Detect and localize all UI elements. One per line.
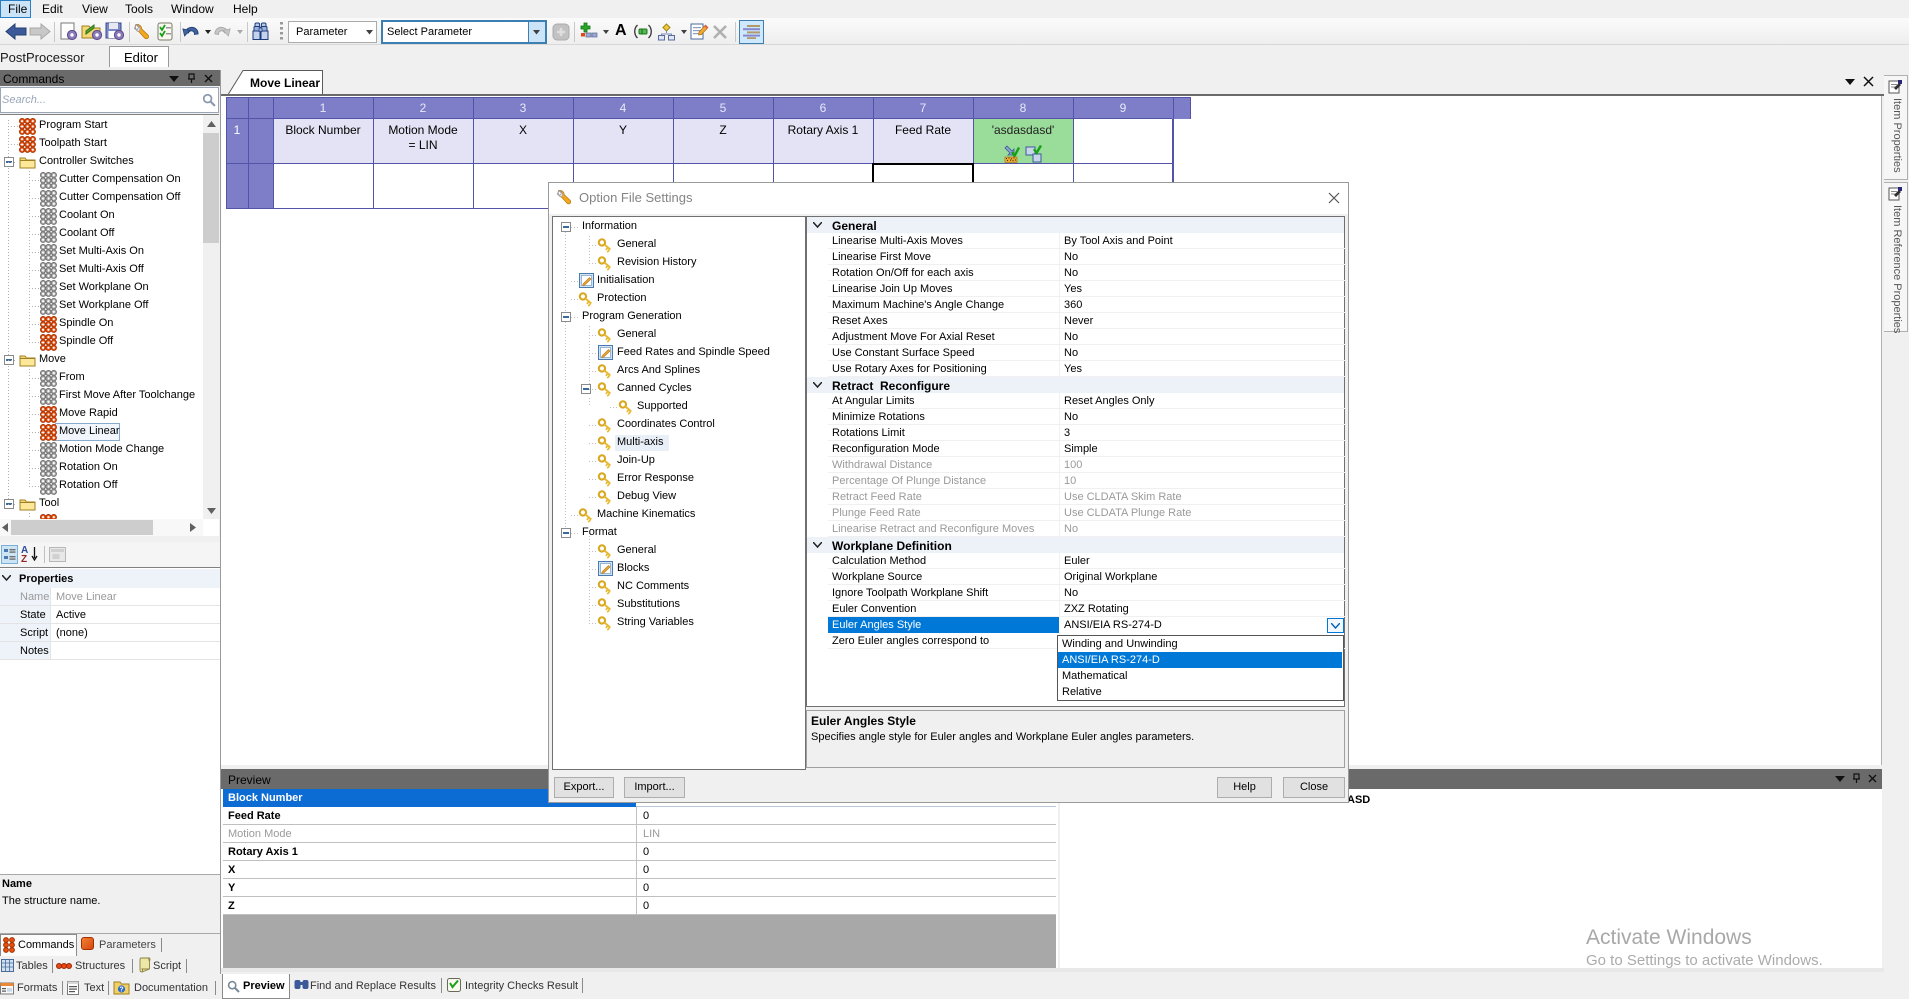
svg-text:?: ? xyxy=(119,987,123,994)
